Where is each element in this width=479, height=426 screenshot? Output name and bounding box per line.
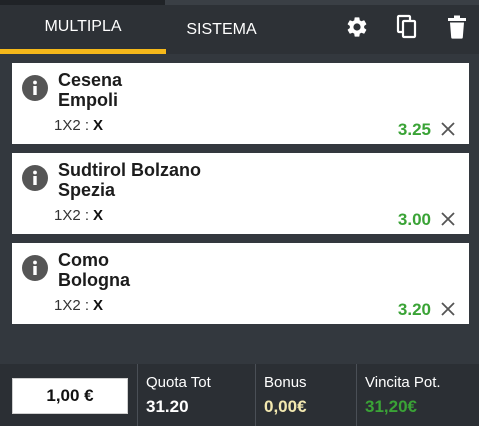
bet-card: Cesena Empoli 1X2 :X 3.25 <box>12 63 469 144</box>
away-team: Bologna <box>58 270 130 290</box>
odds-value: 3.20 <box>397 300 431 319</box>
event-teams[interactable]: Cesena Empoli <box>58 70 122 110</box>
info-icon[interactable] <box>22 75 48 101</box>
bonus-label: Bonus <box>264 374 307 391</box>
total-odds-value: 31.20 <box>146 397 189 416</box>
home-team: Cesena <box>58 70 123 90</box>
event-teams[interactable]: Como Bologna <box>58 250 130 290</box>
tab-sistema[interactable]: SISTEMA <box>166 5 277 54</box>
pick-value: X <box>93 207 104 224</box>
away-team: Empoli <box>58 90 119 110</box>
info-icon[interactable] <box>22 255 48 281</box>
market-line: 1X2 :X <box>54 117 103 134</box>
trash-icon <box>448 15 466 39</box>
total-odds-label: Quota Tot <box>146 374 211 391</box>
close-icon[interactable] <box>441 302 455 316</box>
gear-icon <box>347 17 367 37</box>
total-odds: Quota Tot 31.20 <box>137 364 255 426</box>
tab-multipla-label: MULTIPLA <box>44 17 122 35</box>
market-line: 1X2 :X <box>54 297 103 314</box>
potential-win-value: 31,20€ <box>365 397 417 416</box>
bonus-value: 0,00€ <box>264 397 307 416</box>
market-line: 1X2 :X <box>54 207 103 224</box>
close-icon[interactable] <box>441 212 455 226</box>
event-teams[interactable]: Sudtirol Bolzano Spezia <box>58 160 201 200</box>
bet-slip-header: MULTIPLA SISTEMA <box>0 5 479 54</box>
odds-value: 3.25 <box>397 120 431 139</box>
pick-value: X <box>93 117 104 134</box>
delete-all-button[interactable] <box>442 12 472 42</box>
bet-slip-footer: Quota Tot 31.20 Bonus 0,00€ Vincita Pot.… <box>0 364 479 426</box>
bonus: Bonus 0,00€ <box>255 364 356 426</box>
home-team: Como <box>58 250 109 270</box>
bet-card: Como Bologna 1X2 :X 3.20 <box>12 243 469 324</box>
market-label: 1X2 : <box>54 207 90 224</box>
stake-input[interactable] <box>12 378 128 414</box>
odds-value: 3.00 <box>397 210 431 229</box>
settings-button[interactable] <box>342 12 372 42</box>
market-label: 1X2 : <box>54 117 90 134</box>
bet-card: Sudtirol Bolzano Spezia 1X2 :X 3.00 <box>12 153 469 234</box>
close-icon[interactable] <box>441 122 455 136</box>
tab-sistema-label: SISTEMA <box>186 20 257 38</box>
potential-win-label: Vincita Pot. <box>365 374 441 391</box>
pick-value: X <box>93 297 104 314</box>
tab-multipla[interactable]: MULTIPLA <box>0 5 166 54</box>
home-team: Sudtirol Bolzano <box>58 160 201 180</box>
copy-button[interactable] <box>392 12 422 42</box>
market-label: 1X2 : <box>54 297 90 314</box>
info-icon[interactable] <box>22 165 48 191</box>
potential-win: Vincita Pot. 31,20€ <box>356 364 479 426</box>
copy-icon <box>396 14 417 39</box>
away-team: Spezia <box>58 180 116 200</box>
